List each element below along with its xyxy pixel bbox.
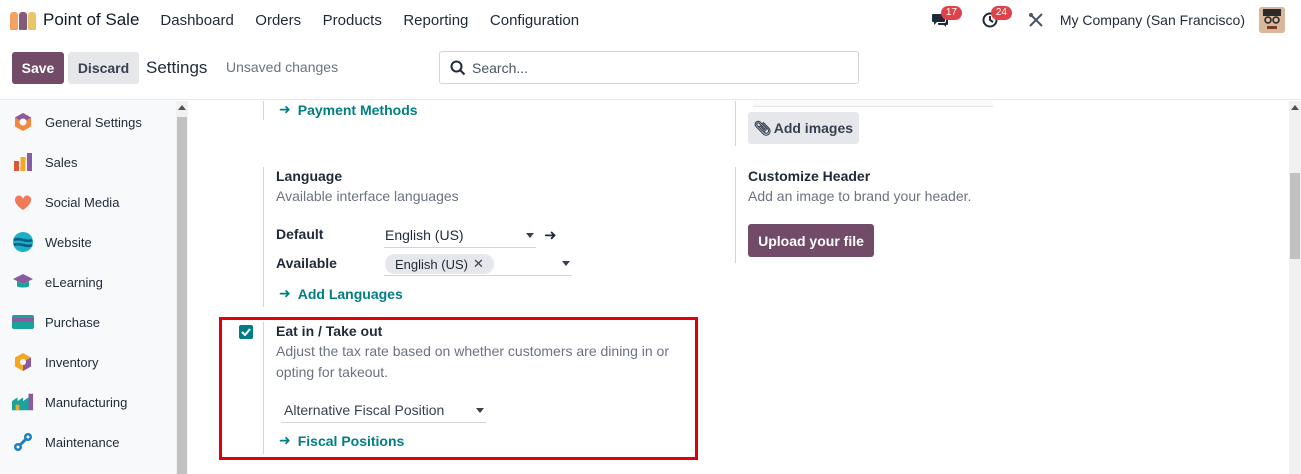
default-language-label: Default (276, 226, 324, 242)
app-brand[interactable]: Point of Sale (10, 10, 139, 30)
social-media-icon (12, 191, 34, 213)
sidebar-item-maintenance[interactable]: Maintenance (12, 429, 172, 455)
purchase-icon (12, 311, 34, 333)
scroll-up-arrow-icon[interactable] (1291, 105, 1299, 110)
systray: 17 24 My Company (San Francisco) (928, 0, 1285, 40)
sidebar-item-label: General Settings (45, 114, 142, 130)
sidebar-item-general-settings[interactable]: General Settings (12, 109, 172, 135)
upload-file-button[interactable]: Upload your file (748, 224, 874, 257)
maintenance-icon (12, 431, 34, 453)
add-languages-link[interactable]: ➜ Add Languages (279, 285, 403, 302)
content-scrollbar[interactable] (1289, 101, 1301, 474)
page-title: Settings (146, 58, 208, 77)
setting-divider (263, 167, 264, 307)
image-field-bottom (753, 101, 993, 107)
chevron-down-icon (562, 261, 570, 266)
discard-button[interactable]: Discard (68, 52, 139, 84)
menu-orders[interactable]: Orders (255, 12, 301, 29)
add-images-button[interactable]: 📎︎ Add images (748, 112, 859, 144)
website-icon (12, 231, 34, 253)
language-tag: English (US) ✕ (385, 254, 494, 274)
sidebar-item-social-media[interactable]: Social Media (12, 189, 172, 215)
pos-app-icon (10, 10, 36, 30)
activities-button[interactable]: 24 (978, 6, 1012, 32)
sidebar-scroll-thumb[interactable] (177, 117, 187, 474)
payment-methods-link[interactable]: ➜ Payment Methods (279, 101, 418, 118)
search-box[interactable] (439, 51, 859, 84)
sidebar-item-elearning[interactable]: eLearning (12, 269, 172, 295)
sales-icon (12, 151, 34, 173)
sidebar-item-label: Sales (45, 154, 78, 170)
user-avatar[interactable] (1259, 7, 1285, 33)
messages-button[interactable]: 17 (928, 6, 962, 32)
menu-dashboard[interactable]: Dashboard (160, 12, 233, 29)
manufacturing-icon (12, 391, 34, 413)
settings-sidebar: General Settings Sales Social Media Webs… (0, 101, 176, 474)
arrow-right-icon: ➜ (279, 285, 291, 301)
chevron-down-icon (526, 233, 534, 238)
elearning-icon (12, 271, 34, 293)
app-name: Point of Sale (43, 10, 140, 29)
setting-divider (735, 101, 736, 146)
menu-configuration[interactable]: Configuration (490, 12, 579, 29)
sidebar-scrollbar[interactable] (176, 101, 188, 474)
setting-divider (735, 167, 736, 263)
company-switcher[interactable]: My Company (San Francisco) (1060, 12, 1245, 28)
search-icon (450, 60, 466, 75)
sidebar-item-website[interactable]: Website (12, 229, 172, 255)
main-menu: Dashboard Orders Products Reporting Conf… (160, 12, 600, 29)
customize-header-description: Add an image to brand your header. (748, 188, 972, 204)
unsaved-status: Unsaved changes (226, 59, 339, 75)
sidebar-item-label: Inventory (45, 354, 99, 370)
paperclip-icon: 📎︎ (753, 119, 772, 136)
scroll-up-arrow-icon[interactable] (178, 105, 186, 110)
settings-content: ➜ Payment Methods 📎︎ Add images Language… (188, 101, 1289, 474)
sidebar-item-inventory[interactable]: Inventory (12, 349, 172, 375)
activities-badge: 24 (990, 6, 1012, 20)
inventory-icon (12, 351, 34, 373)
sidebar-item-label: Website (45, 234, 92, 250)
tools-icon (1028, 13, 1043, 27)
arrow-right-icon: ➜ (279, 101, 291, 117)
avatar-image (1259, 7, 1285, 33)
messages-badge: 17 (940, 6, 962, 20)
customize-header-title: Customize Header (748, 168, 871, 184)
open-language-arrow-icon[interactable]: ➜ (544, 226, 557, 244)
menu-products[interactable]: Products (323, 12, 382, 29)
search-input[interactable] (472, 59, 832, 76)
save-button[interactable]: Save (12, 52, 64, 84)
language-description: Available interface languages (276, 188, 459, 204)
sidebar-item-purchase[interactable]: Purchase (12, 309, 172, 335)
sidebar-item-label: Purchase (45, 314, 100, 330)
control-panel: Save Discard Settings Unsaved changes (0, 40, 1301, 100)
menu-reporting[interactable]: Reporting (403, 12, 468, 29)
setting-divider (263, 101, 264, 120)
available-languages-label: Available (276, 255, 337, 271)
language-title: Language (276, 168, 343, 184)
debug-tools-button[interactable] (1024, 8, 1048, 32)
default-language-select[interactable]: English (US) (384, 224, 536, 248)
remove-tag-icon[interactable]: ✕ (473, 256, 484, 272)
sidebar-item-label: eLearning (45, 274, 103, 290)
general-settings-icon (12, 111, 34, 133)
top-navbar: Point of Sale Dashboard Orders Products … (0, 0, 1301, 40)
highlight-box (219, 317, 698, 460)
sidebar-item-label: Social Media (45, 194, 120, 210)
sidebar-item-label: Maintenance (45, 434, 120, 450)
sidebar-item-label: Manufacturing (45, 394, 128, 410)
sidebar-item-manufacturing[interactable]: Manufacturing (12, 389, 172, 415)
sidebar-item-sales[interactable]: Sales (12, 149, 172, 175)
content-scroll-thumb[interactable] (1290, 173, 1300, 259)
